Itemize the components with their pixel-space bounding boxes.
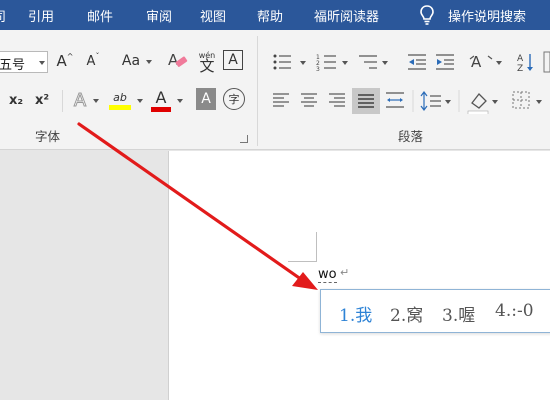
paragraph-group-label: 段落 <box>398 129 424 144</box>
font-size-value: 五号 <box>0 58 26 73</box>
ime-candidate[interactable]: 2.窝 <box>390 301 423 326</box>
ime-composition-text: wo <box>318 267 337 283</box>
grow-font-button[interactable]: A ^ <box>56 50 74 72</box>
tab-foxit-reader[interactable]: 福昕阅读器 <box>314 6 379 25</box>
highlight-color-button[interactable]: ab <box>108 86 132 114</box>
dialog-launcher-icon[interactable] <box>240 135 248 143</box>
tab-view[interactable]: 视图 <box>200 6 226 25</box>
ime-candidate[interactable]: 1.我 <box>339 301 372 326</box>
chevron-down-icon <box>39 61 45 65</box>
char-shading-label: A <box>201 91 211 107</box>
subscript-button[interactable]: x₂ <box>6 88 26 112</box>
superscript-button[interactable]: x² <box>32 88 52 112</box>
margin-corner-mark <box>288 261 317 262</box>
shading-icon <box>467 93 489 114</box>
ime-candidate[interactable]: 4.:-0 <box>495 301 534 321</box>
superscript-label: x² <box>34 92 50 108</box>
ribbon-home: 五号 A ^ Aˇ Aa A wén 文 A x₂ x² A ab A A 字 … <box>0 30 550 150</box>
enclose-characters-button[interactable]: 字 <box>223 88 245 110</box>
multilevel-list-icon <box>359 55 377 69</box>
grow-font-label: A <box>56 52 67 70</box>
shrink-font-label: A <box>86 53 96 69</box>
ime-candidate[interactable]: 3.喔 <box>442 301 475 326</box>
align-left-icon <box>273 93 289 107</box>
svg-text:Z: Z <box>517 64 523 74</box>
text-effects-label: A <box>73 89 87 111</box>
tab-review[interactable]: 审阅 <box>146 6 172 25</box>
ime-candidate-window: 1.我 2.窝 3.喔 4.:-0 <box>320 289 550 333</box>
chevron-down-icon[interactable] <box>146 60 152 64</box>
chevron-down-icon[interactable] <box>177 99 183 103</box>
char-border-label: A <box>228 52 238 68</box>
group-separator <box>257 36 258 146</box>
svg-text:A: A <box>168 51 179 69</box>
highlight-color-swatch <box>109 104 131 110</box>
divider <box>62 90 63 112</box>
clear-formatting-button[interactable]: A <box>166 49 190 73</box>
tab-partial[interactable]: 司 <box>0 6 6 25</box>
font-group-label: 字体 <box>35 129 61 144</box>
lightbulb-icon[interactable] <box>416 4 438 26</box>
tab-mailings[interactable]: 邮件 <box>87 6 113 25</box>
bullets-icon <box>273 54 291 70</box>
svg-text:3: 3 <box>316 66 320 73</box>
subscript-label: x₂ <box>8 92 24 108</box>
change-case-button[interactable]: Aa <box>118 50 144 72</box>
sort-icon: A Z <box>517 54 533 74</box>
font-size-dropdown[interactable]: 五号 <box>0 51 48 73</box>
tell-me-search[interactable]: 操作说明搜索 <box>448 6 526 25</box>
shrink-font-button[interactable]: Aˇ <box>84 50 102 72</box>
enclose-char-label: 字 <box>228 93 240 106</box>
caret-down-icon: ˇ <box>95 51 100 61</box>
align-center-icon <box>301 93 317 107</box>
margin-corner-mark <box>316 232 317 262</box>
line-spacing-icon <box>420 91 441 111</box>
tab-help[interactable]: 帮助 <box>257 6 283 25</box>
asian-layout-icon: A <box>469 53 493 71</box>
tab-references[interactable]: 引用 <box>28 6 54 25</box>
highlight-label: ab <box>113 90 127 104</box>
caret-up-icon: ^ <box>66 51 74 61</box>
document-page[interactable] <box>168 151 550 400</box>
ribbon-tab-bar: 司 引用 邮件 审阅 视图 帮助 福昕阅读器 操作说明搜索 <box>0 0 550 30</box>
svg-text:A: A <box>471 53 482 71</box>
distributed-icon <box>386 92 404 108</box>
left-gray-area <box>0 151 168 400</box>
character-border-button[interactable]: A <box>223 50 243 70</box>
change-case-label: Aa <box>121 53 141 69</box>
paragraph-row2-icons <box>273 88 542 114</box>
borders-icon <box>512 91 530 109</box>
chevron-down-icon[interactable] <box>93 99 99 103</box>
decrease-indent-icon <box>408 54 426 70</box>
align-right-icon <box>329 93 345 107</box>
chevron-down-icon[interactable] <box>137 99 143 103</box>
character-shading-button[interactable]: A <box>196 88 216 110</box>
increase-indent-icon <box>436 54 454 70</box>
svg-text:A: A <box>517 54 524 64</box>
clear-format-icon: A <box>168 51 188 69</box>
paragraph-row1-icons: 1 2 3 A A Z <box>273 51 550 74</box>
numbering-icon: 1 2 3 <box>316 54 336 73</box>
phonetic-char: 文 <box>199 57 215 75</box>
paragraph-mark-icon: ↵ <box>340 266 350 279</box>
phonetic-guide-button[interactable]: wén 文 <box>196 47 218 75</box>
word-window: 司 引用 邮件 审阅 视图 帮助 福昕阅读器 操作说明搜索 五号 A^ Aˇ A… <box>0 0 550 400</box>
text-effects-button[interactable]: A <box>70 87 90 113</box>
font-color-button[interactable]: A <box>150 86 172 114</box>
font-color-swatch <box>151 106 171 112</box>
font-color-label: A <box>155 87 167 107</box>
